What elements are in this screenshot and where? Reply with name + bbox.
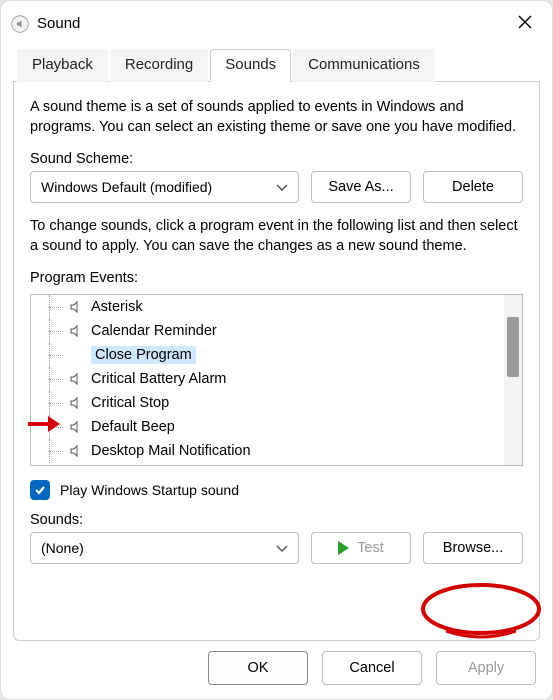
- chevron-down-icon: [276, 179, 288, 195]
- event-item-asterisk[interactable]: Asterisk: [31, 295, 504, 319]
- sounds-select[interactable]: (None): [30, 532, 299, 564]
- play-startup-label: Play Windows Startup sound: [60, 482, 239, 498]
- change-description: To change sounds, click a program event …: [30, 217, 523, 256]
- apply-button[interactable]: Apply: [436, 651, 536, 685]
- tab-playback[interactable]: Playback: [17, 49, 108, 82]
- save-as-button[interactable]: Save As...: [311, 171, 411, 203]
- chevron-down-icon: [276, 540, 288, 556]
- sound-icon: [11, 15, 29, 33]
- event-item-calendar-reminder[interactable]: Calendar Reminder: [31, 319, 504, 343]
- sounds-pane: A sound theme is a set of sounds applied…: [13, 82, 540, 641]
- event-item-critical-battery-alarm[interactable]: Critical Battery Alarm: [31, 367, 504, 391]
- event-item-critical-stop[interactable]: Critical Stop: [31, 391, 504, 415]
- play-startup-checkbox[interactable]: [30, 480, 50, 500]
- sound-dialog: Sound Playback Recording Sounds Communic…: [0, 0, 553, 700]
- sound-scheme-value: Windows Default (modified): [41, 179, 212, 195]
- event-item-close-program[interactable]: Close Program: [31, 343, 504, 367]
- program-events-label: Program Events:: [30, 270, 523, 286]
- speaker-icon: [67, 420, 85, 434]
- theme-description: A sound theme is a set of sounds applied…: [30, 98, 523, 137]
- event-item-desktop-mail-notification[interactable]: Desktop Mail Notification: [31, 439, 504, 463]
- delete-button[interactable]: Delete: [423, 171, 523, 203]
- speaker-icon: [67, 300, 85, 314]
- speaker-icon: [67, 444, 85, 458]
- speaker-icon: [67, 324, 85, 338]
- speaker-icon: [67, 396, 85, 410]
- browse-button[interactable]: Browse...: [423, 532, 523, 564]
- dialog-title: Sound: [37, 15, 80, 32]
- cancel-button[interactable]: Cancel: [322, 651, 422, 685]
- tab-sounds[interactable]: Sounds: [210, 49, 291, 82]
- sounds-label: Sounds:: [30, 512, 523, 528]
- dialog-button-bar: OK Cancel Apply: [1, 641, 552, 699]
- events-scrollbar[interactable]: [504, 295, 522, 465]
- tab-recording[interactable]: Recording: [110, 49, 208, 82]
- event-item-default-beep[interactable]: Default Beep: [31, 415, 504, 439]
- sounds-value: (None): [41, 540, 84, 556]
- program-events-listbox[interactable]: Asterisk Calendar Reminder Close Program: [30, 294, 523, 466]
- close-button[interactable]: [508, 9, 542, 38]
- ok-button[interactable]: OK: [208, 651, 308, 685]
- tab-communications[interactable]: Communications: [293, 49, 435, 82]
- test-button[interactable]: Test: [311, 532, 411, 564]
- speaker-icon: [67, 372, 85, 386]
- play-icon: [338, 541, 349, 555]
- tab-bar: Playback Recording Sounds Communications: [13, 48, 540, 82]
- sound-scheme-select[interactable]: Windows Default (modified): [30, 171, 299, 203]
- titlebar: Sound: [1, 1, 552, 44]
- scrollbar-thumb[interactable]: [507, 317, 519, 377]
- sound-scheme-label: Sound Scheme:: [30, 151, 523, 167]
